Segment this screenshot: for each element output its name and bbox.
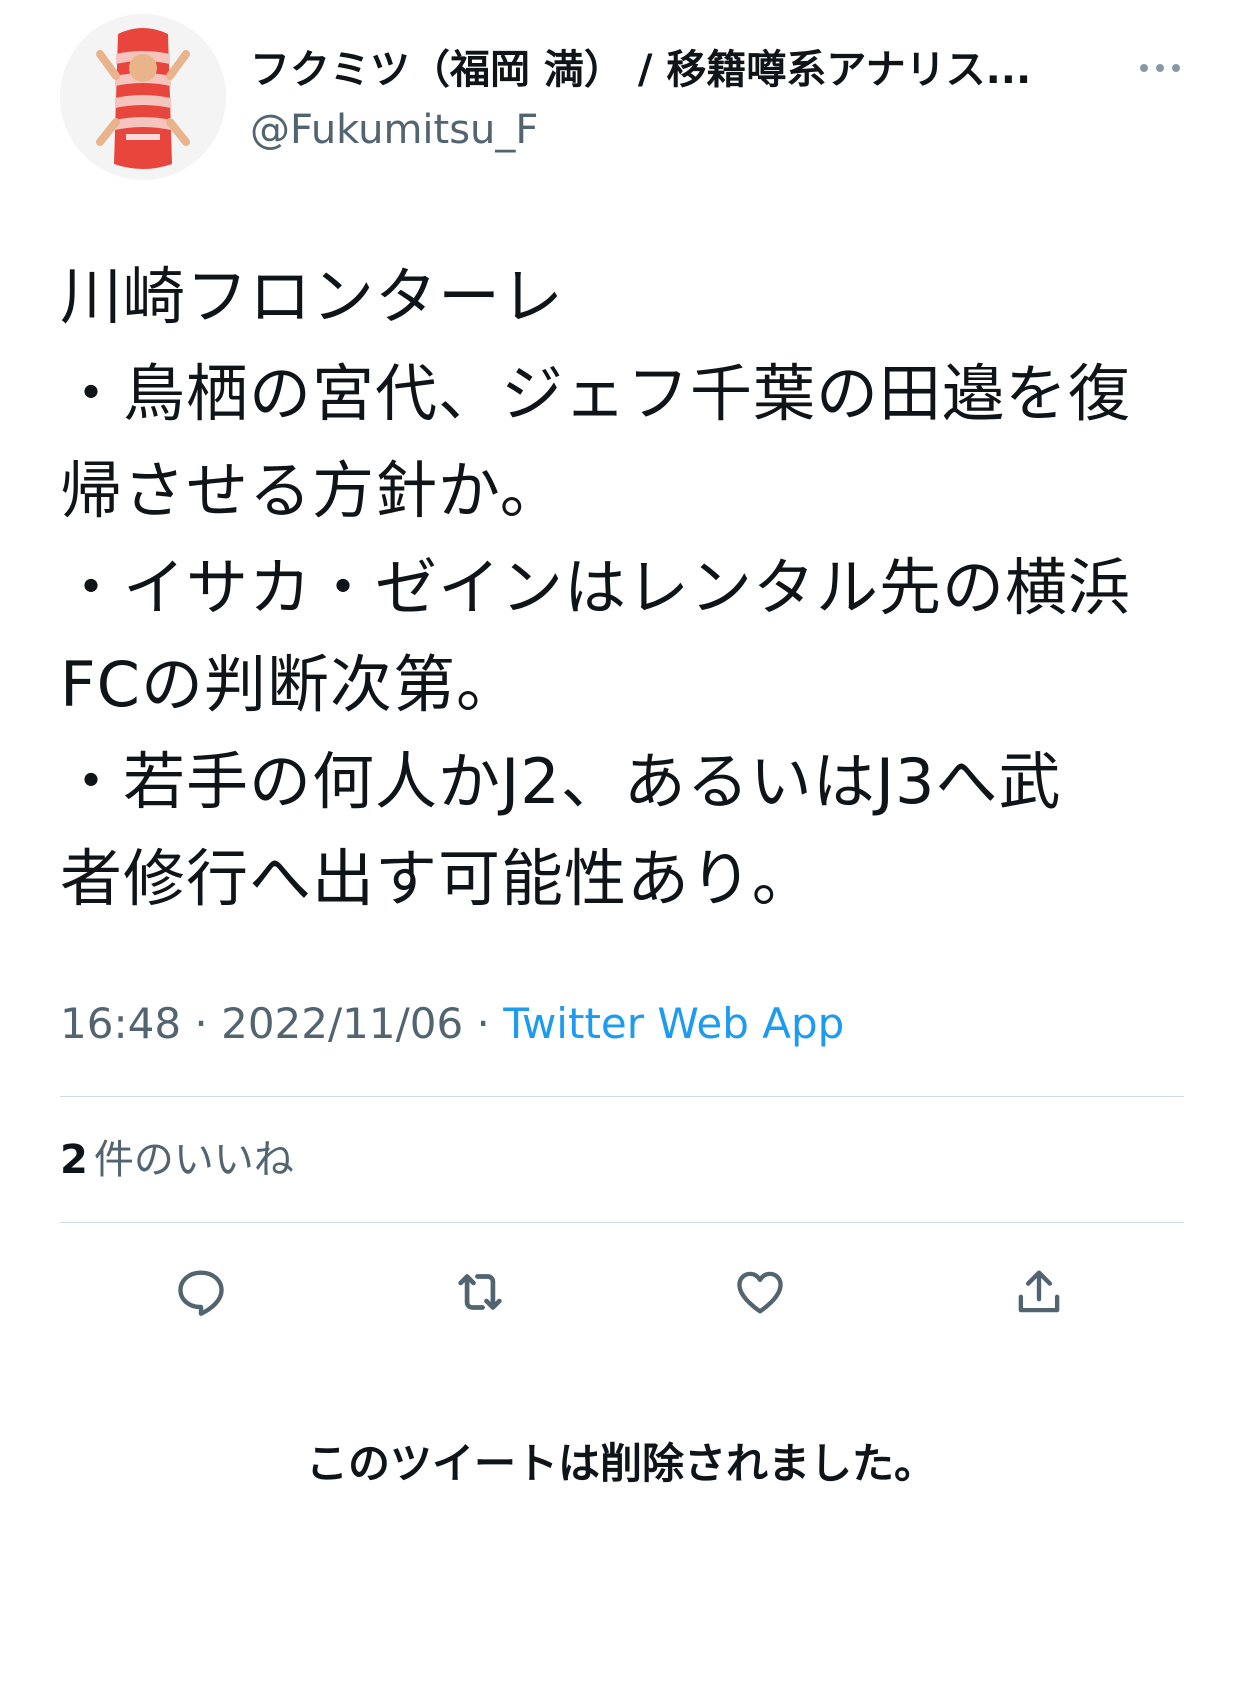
tweet-line: ・若手の何人かJ2、あるいはJ3へ武 — [60, 745, 1062, 818]
tweet-meta: 16:48 · 2022/11/06 · Twitter Web App — [60, 994, 844, 1054]
likes-count[interactable]: 2 件のいいね — [60, 1132, 294, 1188]
divider — [60, 1222, 1184, 1223]
tweet-text: 川崎フロンターレ ・鳥栖の宮代、ジェフ千葉の田邉を復 帰させる方針か。 ・イサカ… — [60, 248, 1184, 927]
tweet-line: ・鳥栖の宮代、ジェフ千葉の田邉を復 — [60, 357, 1132, 430]
tweet-line: 川崎フロンターレ — [60, 260, 565, 333]
meta-separator: · — [463, 999, 504, 1048]
avatar[interactable] — [60, 14, 226, 180]
more-options-icon[interactable] — [1136, 56, 1184, 80]
user-handle[interactable]: @Fukumitsu_F — [250, 104, 1110, 156]
tweet-line: FCの判断次第。 — [60, 648, 519, 721]
tweet-line: 帰させる方針か。 — [60, 454, 563, 527]
reply-button[interactable] — [169, 1260, 233, 1324]
tweet-source-link[interactable]: Twitter Web App — [503, 999, 844, 1048]
tweet-line: ・イサカ・ゼインはレンタル先の横浜 — [60, 551, 1132, 624]
retweet-button[interactable] — [448, 1260, 512, 1324]
divider — [60, 1096, 1184, 1097]
display-name[interactable]: フクミツ（福岡 満） / 移籍噂系アナリス... — [250, 44, 1110, 96]
meta-separator: · — [181, 999, 222, 1048]
user-names: フクミツ（福岡 満） / 移籍噂系アナリス... @Fukumitsu_F — [250, 44, 1110, 156]
like-button[interactable] — [728, 1260, 792, 1324]
likes-number: 2 — [60, 1137, 88, 1183]
retweet-icon — [458, 1274, 502, 1310]
tweet-header: フクミツ（福岡 満） / 移籍噂系アナリス... @Fukumitsu_F — [60, 14, 1184, 180]
likes-label: 件のいいね — [93, 1137, 294, 1183]
tweet-line: 者修行へ出す可能性あり。 — [60, 842, 815, 915]
tweet-time[interactable]: 16:48 — [60, 999, 181, 1048]
tweet-date[interactable]: 2022/11/06 — [221, 999, 463, 1048]
share-button[interactable] — [1007, 1260, 1071, 1324]
deleted-tweet-notice: このツイートは削除されました。 — [305, 1439, 936, 1488]
heart-icon — [737, 1271, 783, 1314]
reply-icon — [178, 1270, 224, 1316]
user-avatar-photo — [60, 14, 226, 180]
action-bar — [0, 1260, 1242, 1324]
share-icon — [1018, 1270, 1060, 1313]
